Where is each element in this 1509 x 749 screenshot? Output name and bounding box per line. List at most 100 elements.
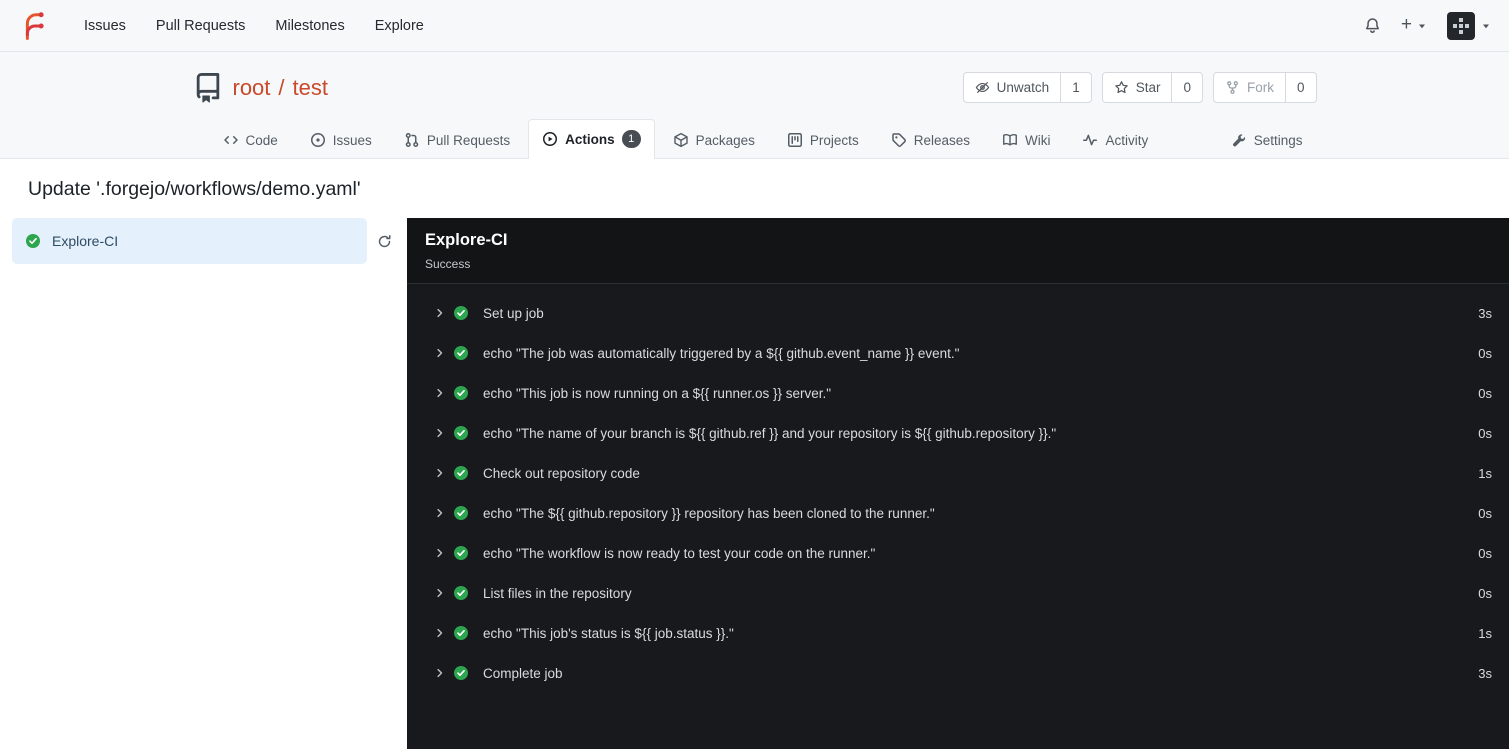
step-row[interactable]: echo "This job's status is ${{ job.statu… xyxy=(407,613,1509,653)
avatar xyxy=(1447,11,1475,40)
step-duration: 0s xyxy=(1478,585,1492,601)
job-sidebar: Explore-CI xyxy=(0,218,407,749)
page: Issues Pull Requests Milestones Explore … xyxy=(0,0,1509,749)
nav-issues[interactable]: Issues xyxy=(70,9,140,43)
chevron-right-icon[interactable] xyxy=(434,427,446,439)
success-check-icon xyxy=(453,385,469,401)
step-row[interactable]: echo "The ${{ github.repository }} repos… xyxy=(407,493,1509,533)
tab-label: Packages xyxy=(695,132,755,148)
step-duration: 1s xyxy=(1478,625,1492,641)
project-board-icon xyxy=(787,132,803,148)
nav-milestones[interactable]: Milestones xyxy=(261,9,358,43)
success-check-icon xyxy=(453,505,469,521)
job-item-explore-ci[interactable]: Explore-CI xyxy=(12,218,367,264)
chevron-right-icon[interactable] xyxy=(434,627,446,639)
repo-tab-bar: Code Issues Pull Requests Actions 1 Pack… xyxy=(193,119,1317,159)
pull-request-icon xyxy=(404,132,420,148)
star-button-group: Star 0 xyxy=(1101,72,1203,103)
tab-releases[interactable]: Releases xyxy=(877,121,984,159)
success-check-icon xyxy=(25,233,41,249)
tab-label: Actions xyxy=(565,131,615,147)
actions-count-badge: 1 xyxy=(621,130,641,148)
user-menu-button[interactable] xyxy=(1447,11,1491,40)
create-new-button[interactable]: + xyxy=(1400,14,1427,35)
chevron-right-icon[interactable] xyxy=(434,347,446,359)
success-check-icon xyxy=(453,425,469,441)
tab-label: Settings xyxy=(1253,133,1303,148)
star-icon xyxy=(1114,80,1129,95)
tab-pull-requests[interactable]: Pull Requests xyxy=(390,121,524,159)
code-icon xyxy=(223,132,239,148)
refresh-button[interactable] xyxy=(367,218,401,264)
tab-label: Projects xyxy=(809,132,859,148)
eye-slash-icon xyxy=(975,80,990,95)
step-duration: 3s xyxy=(1478,665,1492,681)
step-row[interactable]: Set up job 3s xyxy=(407,293,1509,333)
tab-activity[interactable]: Activity xyxy=(1068,121,1162,159)
success-check-icon xyxy=(453,665,469,681)
refresh-icon xyxy=(377,234,392,249)
tab-label: Pull Requests xyxy=(426,132,511,148)
chevron-right-icon[interactable] xyxy=(434,507,446,519)
watch-button-group: Unwatch 1 xyxy=(962,72,1092,103)
chevron-down-icon xyxy=(1417,21,1427,31)
step-row[interactable]: echo "The job was automatically triggere… xyxy=(407,333,1509,373)
step-name: Complete job xyxy=(483,665,563,681)
job-list: Explore-CI xyxy=(12,218,367,264)
chevron-right-icon[interactable] xyxy=(434,587,446,599)
chevron-right-icon[interactable] xyxy=(434,307,446,319)
step-row[interactable]: Check out repository code 1s xyxy=(407,453,1509,493)
star-button[interactable]: Star xyxy=(1101,72,1173,103)
step-duration: 3s xyxy=(1478,305,1492,321)
step-name: echo "The ${{ github.repository }} repos… xyxy=(483,505,935,521)
success-check-icon xyxy=(453,345,469,361)
star-count[interactable]: 0 xyxy=(1172,72,1203,103)
fork-button[interactable]: Fork xyxy=(1212,72,1286,103)
plus-icon: + xyxy=(1400,14,1412,35)
chevron-right-icon[interactable] xyxy=(434,667,446,679)
tab-label: Releases xyxy=(913,132,970,148)
tab-code[interactable]: Code xyxy=(209,121,292,159)
tab-actions[interactable]: Actions 1 xyxy=(528,119,655,159)
tab-issues[interactable]: Issues xyxy=(296,121,386,159)
nav-explore[interactable]: Explore xyxy=(361,9,438,43)
run-title: Update '.forgejo/workflows/demo.yaml' xyxy=(28,178,361,200)
step-name: echo "The workflow is now ready to test … xyxy=(483,545,876,561)
watch-count[interactable]: 1 xyxy=(1061,72,1092,103)
bell-icon xyxy=(1364,17,1381,34)
tab-wiki[interactable]: Wiki xyxy=(988,121,1065,159)
step-row[interactable]: echo "The name of your branch is ${{ git… xyxy=(407,413,1509,453)
step-row[interactable]: List files in the repository 0s xyxy=(407,573,1509,613)
run-layout: Explore-CI Explore-CI Success Set up job… xyxy=(0,218,1509,749)
book-icon xyxy=(1002,132,1018,148)
star-label: Star xyxy=(1135,80,1161,95)
nav-pull-requests[interactable]: Pull Requests xyxy=(142,9,259,43)
package-icon xyxy=(673,132,689,148)
chevron-right-icon[interactable] xyxy=(434,467,446,479)
success-check-icon xyxy=(453,465,469,481)
log-job-title: Explore-CI xyxy=(425,231,508,249)
repo-actions: Unwatch 1 Star 0 Fork 0 xyxy=(962,72,1317,103)
tab-packages[interactable]: Packages xyxy=(659,121,769,159)
repo-owner-link[interactable]: root xyxy=(233,75,271,101)
chevron-right-icon[interactable] xyxy=(434,547,446,559)
notifications-button[interactable] xyxy=(1364,17,1381,34)
step-name: echo "The job was automatically triggere… xyxy=(483,345,960,361)
wrench-icon xyxy=(1232,133,1247,148)
tab-settings[interactable]: Settings xyxy=(1218,122,1317,159)
fork-count[interactable]: 0 xyxy=(1285,72,1317,103)
log-header: Explore-CI Success xyxy=(407,218,1509,284)
step-row[interactable]: echo "The workflow is now ready to test … xyxy=(407,533,1509,573)
success-check-icon xyxy=(453,585,469,601)
chevron-right-icon[interactable] xyxy=(434,387,446,399)
steps-list: Set up job 3s echo "The job was automati… xyxy=(407,284,1509,702)
tab-projects[interactable]: Projects xyxy=(773,121,873,159)
step-row[interactable]: Complete job 3s xyxy=(407,653,1509,693)
repo-name-link[interactable]: test xyxy=(293,75,328,101)
step-row[interactable]: echo "This job is now running on a ${{ r… xyxy=(407,373,1509,413)
step-name: Set up job xyxy=(483,305,544,321)
step-duration: 0s xyxy=(1478,385,1492,401)
step-duration: 0s xyxy=(1478,505,1492,521)
forgejo-logo[interactable] xyxy=(18,11,48,41)
unwatch-button[interactable]: Unwatch xyxy=(962,72,1062,103)
